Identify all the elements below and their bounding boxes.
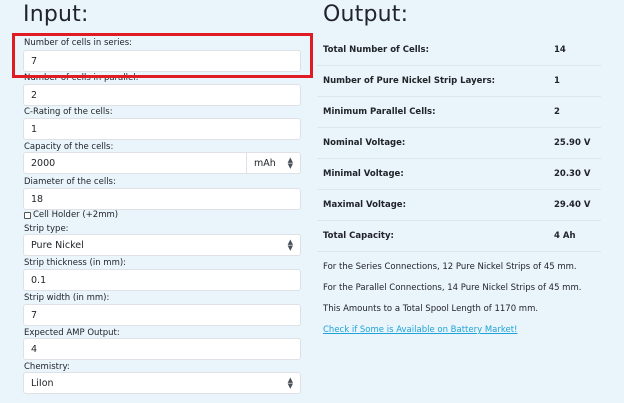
c-rating-input[interactable]: 1 xyxy=(23,118,301,140)
output-value: 25.90 V xyxy=(554,138,591,148)
diameter-input[interactable]: 18 xyxy=(23,188,301,210)
strip-width-label: Strip width (in mm): xyxy=(24,293,110,303)
diameter-label: Diameter of the cells: xyxy=(24,177,116,187)
strip-thickness-input[interactable]: 0.1 xyxy=(23,269,301,291)
output-row: Minimal Voltage: 20.30 V xyxy=(317,159,601,190)
strip-type-value: Pure Nickel xyxy=(31,239,84,251)
strip-type-select[interactable]: Pure Nickel ▲ ▼ xyxy=(23,234,301,256)
output-key: Total Capacity: xyxy=(323,231,394,241)
chevron-updown-icon: ▲ ▼ xyxy=(287,376,293,390)
capacity-label: Capacity of the cells: xyxy=(24,142,114,152)
amp-output-label: Expected AMP Output: xyxy=(24,328,120,338)
total-spool-text: This Amounts to a Total Spool Length of … xyxy=(323,304,539,314)
c-rating-label: C-Rating of the cells: xyxy=(24,107,113,117)
chemistry-select[interactable]: LiIon ▲ ▼ xyxy=(23,372,301,394)
output-row: Minimum Parallel Cells: 2 xyxy=(317,97,601,128)
highlight-box xyxy=(12,33,313,78)
chemistry-value: LiIon xyxy=(31,377,54,389)
output-key: Number of Pure Nickel Strip Layers: xyxy=(323,76,496,86)
cell-holder-label: Cell Holder (+2mm) xyxy=(33,210,119,220)
amp-output-input[interactable]: 4 xyxy=(23,338,301,360)
cell-holder-row[interactable]: Cell Holder (+2mm) xyxy=(24,210,118,220)
output-value: 4 Ah xyxy=(554,231,576,241)
chemistry-label: Chemistry: xyxy=(24,362,70,372)
output-row: Total Capacity: 4 Ah xyxy=(317,221,601,252)
series-connections-text: For the Series Connections, 12 Pure Nick… xyxy=(323,262,577,272)
output-value: 14 xyxy=(554,45,566,55)
strip-thickness-label: Strip thickness (in mm): xyxy=(24,258,127,268)
output-row: Total Number of Cells: 14 xyxy=(317,35,601,66)
output-value: 1 xyxy=(554,76,560,86)
chevron-updown-icon: ▲ ▼ xyxy=(287,156,293,170)
output-key: Minimum Parallel Cells: xyxy=(323,107,436,117)
capacity-unit-select[interactable]: mAh ▲ ▼ xyxy=(246,152,301,174)
output-key: Maximal Voltage: xyxy=(323,200,406,210)
strip-width-input[interactable]: 7 xyxy=(23,304,301,326)
parallel-cells-input[interactable]: 2 xyxy=(23,84,301,106)
battery-market-link[interactable]: Check if Some is Available on Battery Ma… xyxy=(323,325,517,335)
input-heading: Input: xyxy=(23,2,89,27)
output-value: 2 xyxy=(554,107,560,117)
output-row: Number of Pure Nickel Strip Layers: 1 xyxy=(317,66,601,97)
output-value: 20.30 V xyxy=(554,169,591,179)
parallel-connections-text: For the Parallel Connections, 14 Pure Ni… xyxy=(323,283,582,293)
chevron-updown-icon: ▲ ▼ xyxy=(287,238,293,252)
cell-holder-checkbox[interactable] xyxy=(24,211,31,219)
output-row: Maximal Voltage: 29.40 V xyxy=(317,190,601,221)
output-key: Minimal Voltage: xyxy=(323,169,404,179)
output-table: Total Number of Cells: 14 Number of Pure… xyxy=(317,35,601,252)
capacity-unit-value: mAh xyxy=(254,157,276,169)
output-row: Nominal Voltage: 25.90 V xyxy=(317,128,601,159)
strip-type-label: Strip type: xyxy=(24,224,69,234)
output-value: 29.40 V xyxy=(554,200,591,210)
capacity-input[interactable]: 2000 xyxy=(23,152,247,174)
output-heading: Output: xyxy=(323,2,409,27)
output-key: Nominal Voltage: xyxy=(323,138,406,148)
output-key: Total Number of Cells: xyxy=(323,45,429,55)
